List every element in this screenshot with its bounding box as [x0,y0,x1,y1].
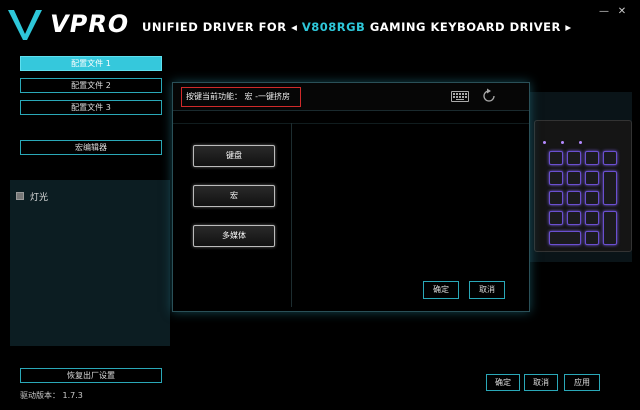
keyboard-type-button[interactable]: 键盘 [193,145,275,167]
refresh-icon[interactable] [481,88,497,104]
cancel-button[interactable]: 取消 [524,374,558,391]
model-name: V808RGB [301,20,366,34]
profile-button-1[interactable]: 配置文件 1 [20,56,162,71]
key-function-dialog: 按键当前功能： 宏 -一键挤房 键盘 宏 多媒体 确定 取消 [172,82,530,312]
app-subtitle: UNIFIED DRIVER FOR ◂ V808RGB GAMING KEYB… [142,20,572,34]
light-label: 灯光 [30,193,49,203]
vpro-logo-icon [8,10,42,40]
keyboard-image [534,120,632,252]
profile-button-3[interactable]: 配置文件 3 [20,100,162,115]
light-panel: 灯光 [10,180,170,346]
close-icon[interactable]: ✕ [616,6,628,18]
dialog-cancel-button[interactable]: 取消 [469,281,505,299]
macro-type-button[interactable]: 宏 [193,185,275,207]
keyboard-preview [530,92,632,262]
dialog-confirm-button[interactable]: 确定 [423,281,459,299]
current-function-label: 按键当前功能： 宏 -一键挤房 [181,87,301,107]
light-checkbox[interactable] [16,192,24,200]
driver-version: 驱动版本： 1.7.3 [20,391,83,400]
apply-button[interactable]: 应用 [564,374,600,391]
confirm-button[interactable]: 确定 [486,374,520,391]
subtitle-prefix: UNIFIED DRIVER FOR ◂ [142,20,302,34]
dialog-divider [173,123,529,124]
dialog-column-divider [291,123,292,307]
app-header: VPRO UNIFIED DRIVER FOR ◂ V808RGB GAMING… [0,0,640,48]
profile-button-2[interactable]: 配置文件 2 [20,78,162,93]
minimize-icon[interactable]: — [598,6,610,18]
macro-editor-button[interactable]: 宏编辑器 [20,140,162,155]
multimedia-type-button[interactable]: 多媒体 [193,225,275,247]
logo-text: VPRO [47,10,132,38]
keyboard-icon[interactable] [451,91,469,102]
subtitle-suffix: GAMING KEYBOARD DRIVER ▸ [365,20,572,34]
factory-reset-button[interactable]: 恢复出厂设置 [20,368,162,383]
dialog-toolbar: 按键当前功能： 宏 -一键挤房 [173,83,529,111]
